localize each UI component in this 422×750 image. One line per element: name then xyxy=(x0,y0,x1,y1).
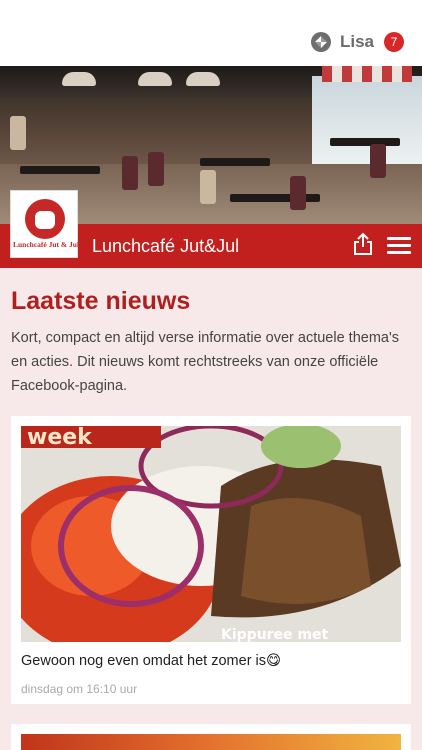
food-photo-illustration: week Kippuree met xyxy=(21,426,401,642)
notification-badge[interactable]: 7 xyxy=(384,32,404,52)
logo-mark xyxy=(25,199,65,239)
brand-title: Lunchcafé Jut&Jul xyxy=(92,236,240,256)
news-post-photo[interactable]: week Kippuree met xyxy=(21,426,401,642)
news-post-time: dinsdag om 16:10 uur xyxy=(21,682,138,696)
news-post-caption: Gewoon nog even omdat het zomer is😋 xyxy=(21,653,282,669)
page-title: Laatste nieuws xyxy=(11,287,191,315)
hamburger-menu-icon[interactable] xyxy=(387,237,411,255)
share-icon[interactable] xyxy=(352,232,374,256)
news-post[interactable]: week Kippuree met Gewoon nog even omdat … xyxy=(11,416,411,704)
logo-text: Lunchcafé Jut & Jul xyxy=(13,240,80,249)
restaurant-logo: Lunchcafé Jut & Jul xyxy=(10,190,80,258)
app-logo-icon xyxy=(310,32,331,52)
intro-text: Kort, compact en altijd verse informatie… xyxy=(11,330,400,394)
user-profile[interactable]: Lisa 7 xyxy=(310,31,404,53)
top-bar: Lisa 7 xyxy=(0,0,422,66)
news-post-photo[interactable] xyxy=(21,734,401,750)
photo-text-bottom: Kippuree met xyxy=(221,627,329,642)
photo-text-top: week xyxy=(27,426,93,450)
news-post[interactable] xyxy=(11,724,411,750)
user-name[interactable]: Lisa xyxy=(340,32,374,52)
